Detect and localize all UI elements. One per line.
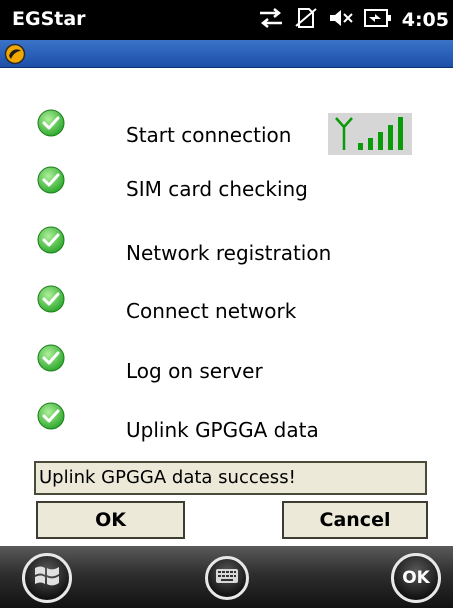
keyboard-button[interactable] xyxy=(205,556,249,600)
keyboard-icon xyxy=(215,568,239,589)
check-icon xyxy=(36,108,66,138)
check-icon xyxy=(36,225,66,255)
status-message: Uplink GPGGA data success! xyxy=(34,461,427,495)
status-icons: 4:05 xyxy=(258,0,453,40)
connection-steps: Start connection SIM card checking Netwo… xyxy=(0,68,453,448)
step-label: Start connection xyxy=(126,123,292,147)
list-item: Connect network xyxy=(0,282,453,323)
step-label: Connect network xyxy=(126,299,297,323)
speaker-muted-icon[interactable] xyxy=(328,7,354,34)
check-icon xyxy=(36,343,66,373)
title-bar xyxy=(0,40,453,68)
cancel-button[interactable]: Cancel xyxy=(282,501,428,539)
clock: 4:05 xyxy=(401,9,449,31)
step-label: Network registration xyxy=(126,241,332,265)
list-item: Log on server xyxy=(0,342,453,383)
check-icon xyxy=(36,401,66,431)
taskbar: OK xyxy=(0,546,453,608)
step-label: Uplink GPGGA data xyxy=(126,418,319,442)
app-title: EGStar xyxy=(12,8,86,30)
status-bar: EGStar 4:05 xyxy=(0,0,453,40)
start-button[interactable] xyxy=(22,553,72,603)
battery-charging-icon[interactable] xyxy=(363,8,392,33)
step-label: SIM card checking xyxy=(126,177,308,201)
app-logo-icon[interactable] xyxy=(4,43,26,65)
taskbar-ok-button[interactable]: OK xyxy=(391,553,441,603)
check-icon xyxy=(36,284,66,314)
step-label: Log on server xyxy=(126,359,263,383)
data-transfer-icon[interactable] xyxy=(258,7,284,34)
signal-strength-icon xyxy=(328,113,412,155)
list-item: SIM card checking xyxy=(0,163,453,203)
windows-logo-icon xyxy=(33,562,61,595)
check-icon xyxy=(36,165,66,195)
list-item: Uplink GPGGA data xyxy=(0,400,453,442)
no-sim-icon[interactable] xyxy=(294,6,318,35)
list-item: Network registration xyxy=(0,223,453,265)
ok-button[interactable]: OK xyxy=(36,501,185,539)
